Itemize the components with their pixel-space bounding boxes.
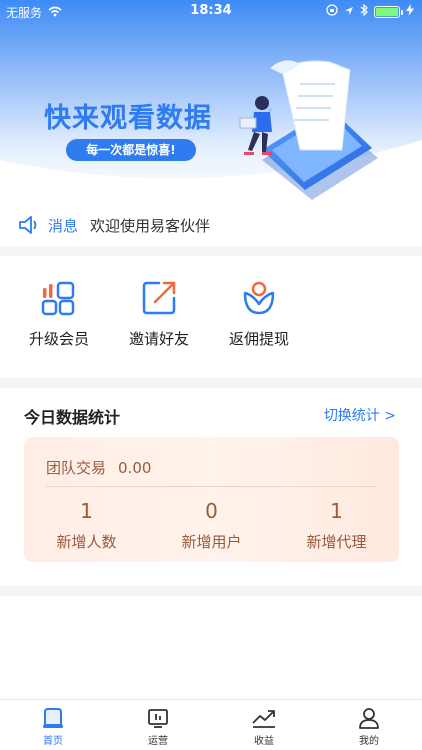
tab-profile[interactable]: 我的 bbox=[339, 706, 399, 747]
invite-friend-button[interactable]: 邀请好友 bbox=[114, 280, 204, 349]
team-trade-value: 0.00 bbox=[118, 459, 152, 477]
rotation-lock-icon bbox=[326, 4, 338, 19]
metric-new-agents: 1 新增代理 bbox=[274, 499, 399, 552]
speaker-icon bbox=[18, 214, 40, 236]
commission-withdraw-icon bbox=[243, 281, 275, 315]
invite-friend-icon bbox=[142, 281, 176, 315]
tab-earnings[interactable]: 收益 bbox=[234, 706, 294, 747]
metric-label: 新增用户 bbox=[181, 533, 242, 551]
tab-profile-label: 我的 bbox=[359, 736, 379, 747]
location-icon bbox=[344, 5, 354, 19]
notice-text: 欢迎使用易客伙伴 bbox=[90, 217, 211, 235]
commission-withdraw-button[interactable]: 返佣提现 bbox=[214, 280, 304, 349]
metric-value: 0 bbox=[205, 499, 218, 523]
battery-icon bbox=[374, 5, 403, 18]
metric-new-people: 1 新增人数 bbox=[24, 499, 149, 552]
operation-icon bbox=[148, 709, 168, 728]
stats-title: 今日数据统计 bbox=[24, 408, 121, 427]
tab-operation-label: 运营 bbox=[148, 736, 168, 747]
invite-friend-label: 邀请好友 bbox=[128, 330, 189, 348]
notice-bar[interactable]: 消息 欢迎使用易客伙伴 bbox=[0, 202, 422, 246]
metric-value: 1 bbox=[80, 499, 93, 523]
switch-stats-link[interactable]: 切换统计 > bbox=[324, 405, 396, 425]
metric-new-users: 0 新增用户 bbox=[149, 499, 274, 552]
profile-icon bbox=[359, 708, 379, 729]
charging-icon bbox=[406, 4, 414, 19]
upgrade-member-icon bbox=[41, 281, 75, 316]
stats-header: 今日数据统计 切换统计 > bbox=[0, 388, 422, 436]
metric-label: 新增代理 bbox=[306, 533, 367, 551]
quick-actions: 升级会员 邀请好友 返佣提现 bbox=[0, 256, 422, 378]
tab-home[interactable]: 首页 bbox=[23, 706, 83, 747]
team-trade-label: 团队交易 bbox=[46, 459, 107, 477]
metric-label: 新增人数 bbox=[56, 533, 117, 551]
metric-value: 1 bbox=[330, 499, 343, 523]
card-divider bbox=[46, 486, 377, 487]
tab-earnings-label: 收益 bbox=[254, 736, 274, 747]
hero-banner[interactable]: 快来观看数据 每一次都是惊喜! bbox=[0, 0, 422, 200]
upgrade-member-button[interactable]: 升级会员 bbox=[14, 280, 104, 349]
commission-withdraw-label: 返佣提现 bbox=[228, 330, 289, 348]
home-icon bbox=[43, 708, 63, 728]
upgrade-member-label: 升级会员 bbox=[28, 330, 89, 348]
section-divider bbox=[0, 586, 422, 596]
tab-home-label: 首页 bbox=[43, 736, 63, 747]
stats-card: 团队交易 0.00 1 新增人数 0 新增用户 1 新增代理 bbox=[24, 437, 399, 562]
section-divider bbox=[0, 378, 422, 388]
notice-label: 消息 bbox=[48, 217, 79, 235]
earnings-icon bbox=[252, 710, 275, 728]
hero-title: 快来观看数据 bbox=[44, 103, 212, 134]
status-bar: 无服务 18:34 bbox=[0, 0, 422, 24]
bottom-tab-bar: 首页 运营 收益 我的 bbox=[0, 699, 422, 750]
bluetooth-icon bbox=[360, 3, 368, 19]
section-divider bbox=[0, 246, 422, 256]
team-trade-row: 团队交易 0.00 bbox=[46, 457, 151, 478]
hero-subtitle-badge: 每一次都是惊喜! bbox=[66, 139, 196, 161]
app-root: 快来观看数据 每一次都是惊喜! 无服务 18:34 消息 欢迎使用易客伙伴 升级… bbox=[0, 0, 422, 750]
tab-operation[interactable]: 运营 bbox=[128, 706, 188, 747]
